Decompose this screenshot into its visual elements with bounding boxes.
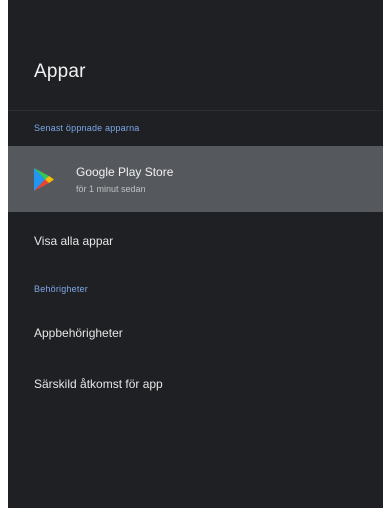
recent-app-item-google-play-store[interactable]: Google Play Store för 1 minut sedan: [8, 146, 383, 212]
page-title: Appar: [34, 61, 86, 82]
app-last-opened: för 1 minut sedan: [76, 184, 146, 194]
google-play-icon: [34, 168, 54, 191]
section-header-permissions: Behörigheter: [34, 284, 88, 294]
title-divider: [8, 110, 383, 111]
apps-settings-screen: Appar Senast öppnade apparna Google Play…: [8, 0, 383, 508]
special-app-access-item[interactable]: Särskild åtkomst för app: [34, 377, 163, 391]
app-name: Google Play Store: [76, 165, 174, 179]
section-header-recent-apps: Senast öppnade apparna: [34, 123, 140, 133]
see-all-apps-item[interactable]: Visa alla appar: [34, 234, 113, 248]
app-permissions-item[interactable]: Appbehörigheter: [34, 326, 123, 340]
